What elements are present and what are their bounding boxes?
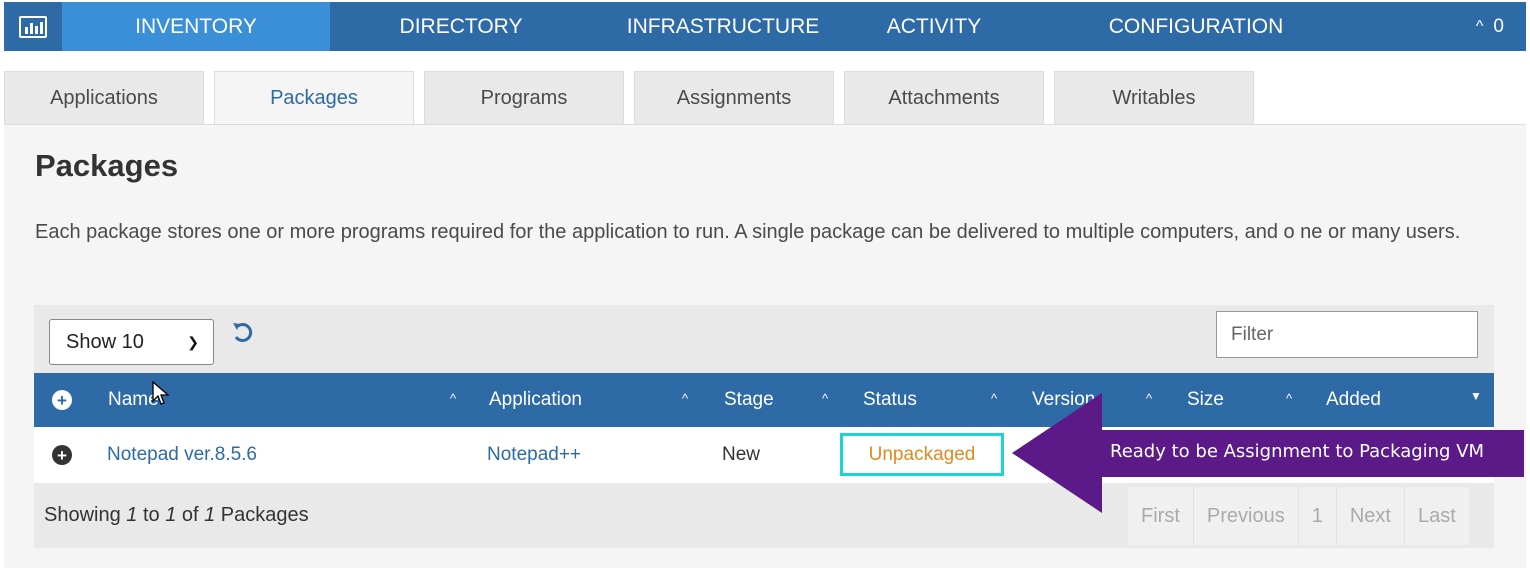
page-description: Each package stores one or more programs… [35,221,1461,243]
nav-activity[interactable]: ACTIVITY [854,2,1014,51]
plus-circle-icon: + [52,390,72,410]
annotation-text: Ready to be Assignment to Packaging VM [1110,441,1485,462]
summary-prefix: Showing [44,504,127,526]
tab-applications[interactable]: Applications [4,71,204,125]
summary-from: 1 [126,504,138,526]
filter-input[interactable] [1216,311,1478,358]
alert-count: 0 [1493,15,1504,37]
tab-bar: Applications Packages Programs Assignmen… [4,71,1254,125]
bar-chart-icon [19,15,47,38]
nav-directory[interactable]: DIRECTORY [330,2,592,51]
tab-attachments[interactable]: Attachments [844,71,1044,125]
tab-programs[interactable]: Programs [424,71,624,125]
tab-writables[interactable]: Writables [1054,71,1254,125]
nav-configuration[interactable]: CONFIGURATION [1014,2,1378,51]
expand-row-button[interactable]: + [52,427,72,483]
sort-up-icon[interactable]: ^ [450,391,456,406]
application-link[interactable]: Notepad++ [487,427,581,483]
caret-up-icon: ^ [1475,17,1484,35]
mouse-cursor-icon [152,381,170,405]
tab-packages[interactable]: Packages [214,71,414,125]
status-badge: Unpackaged [840,433,1004,476]
page: INVENTORY DIRECTORY INFRASTRUCTURE ACTIV… [0,0,1530,568]
summary-suffix: Packages [215,504,309,526]
chevron-down-icon: ❯ [187,333,199,350]
summary-to-word: to [137,504,166,526]
summary-total: 1 [204,504,216,526]
column-header-stage[interactable]: Stage [724,373,774,427]
page-title: Packages [35,148,179,183]
page-size-select[interactable]: Show 10 ❯ [49,319,214,365]
summary-to: 1 [165,504,177,526]
sort-up-icon[interactable]: ^ [682,391,688,406]
logo[interactable] [4,2,62,51]
nav-infrastructure[interactable]: INFRASTRUCTURE [592,2,854,51]
summary-of-word: of [176,504,205,526]
top-nav: INVENTORY DIRECTORY INFRASTRUCTURE ACTIV… [4,2,1526,51]
refresh-icon[interactable] [230,320,256,346]
nav-inventory[interactable]: INVENTORY [62,2,330,51]
column-header-application[interactable]: Application [489,373,582,427]
sort-up-icon[interactable]: ^ [991,391,997,406]
showing-summary: Showing 1 to 1 of 1 Packages [44,504,309,527]
alerts-toggle[interactable]: ^ 0 [1476,2,1526,51]
tab-assignments[interactable]: Assignments [634,71,834,125]
page-size-value: Show 10 [66,330,144,353]
package-name-link[interactable]: Notepad ver.8.5.6 [107,427,257,483]
sort-up-icon[interactable]: ^ [822,391,828,406]
column-header-status[interactable]: Status [863,373,917,427]
plus-circle-icon: + [52,445,72,465]
expand-all-button[interactable]: + [52,373,72,427]
stage-cell: New [722,444,761,465]
